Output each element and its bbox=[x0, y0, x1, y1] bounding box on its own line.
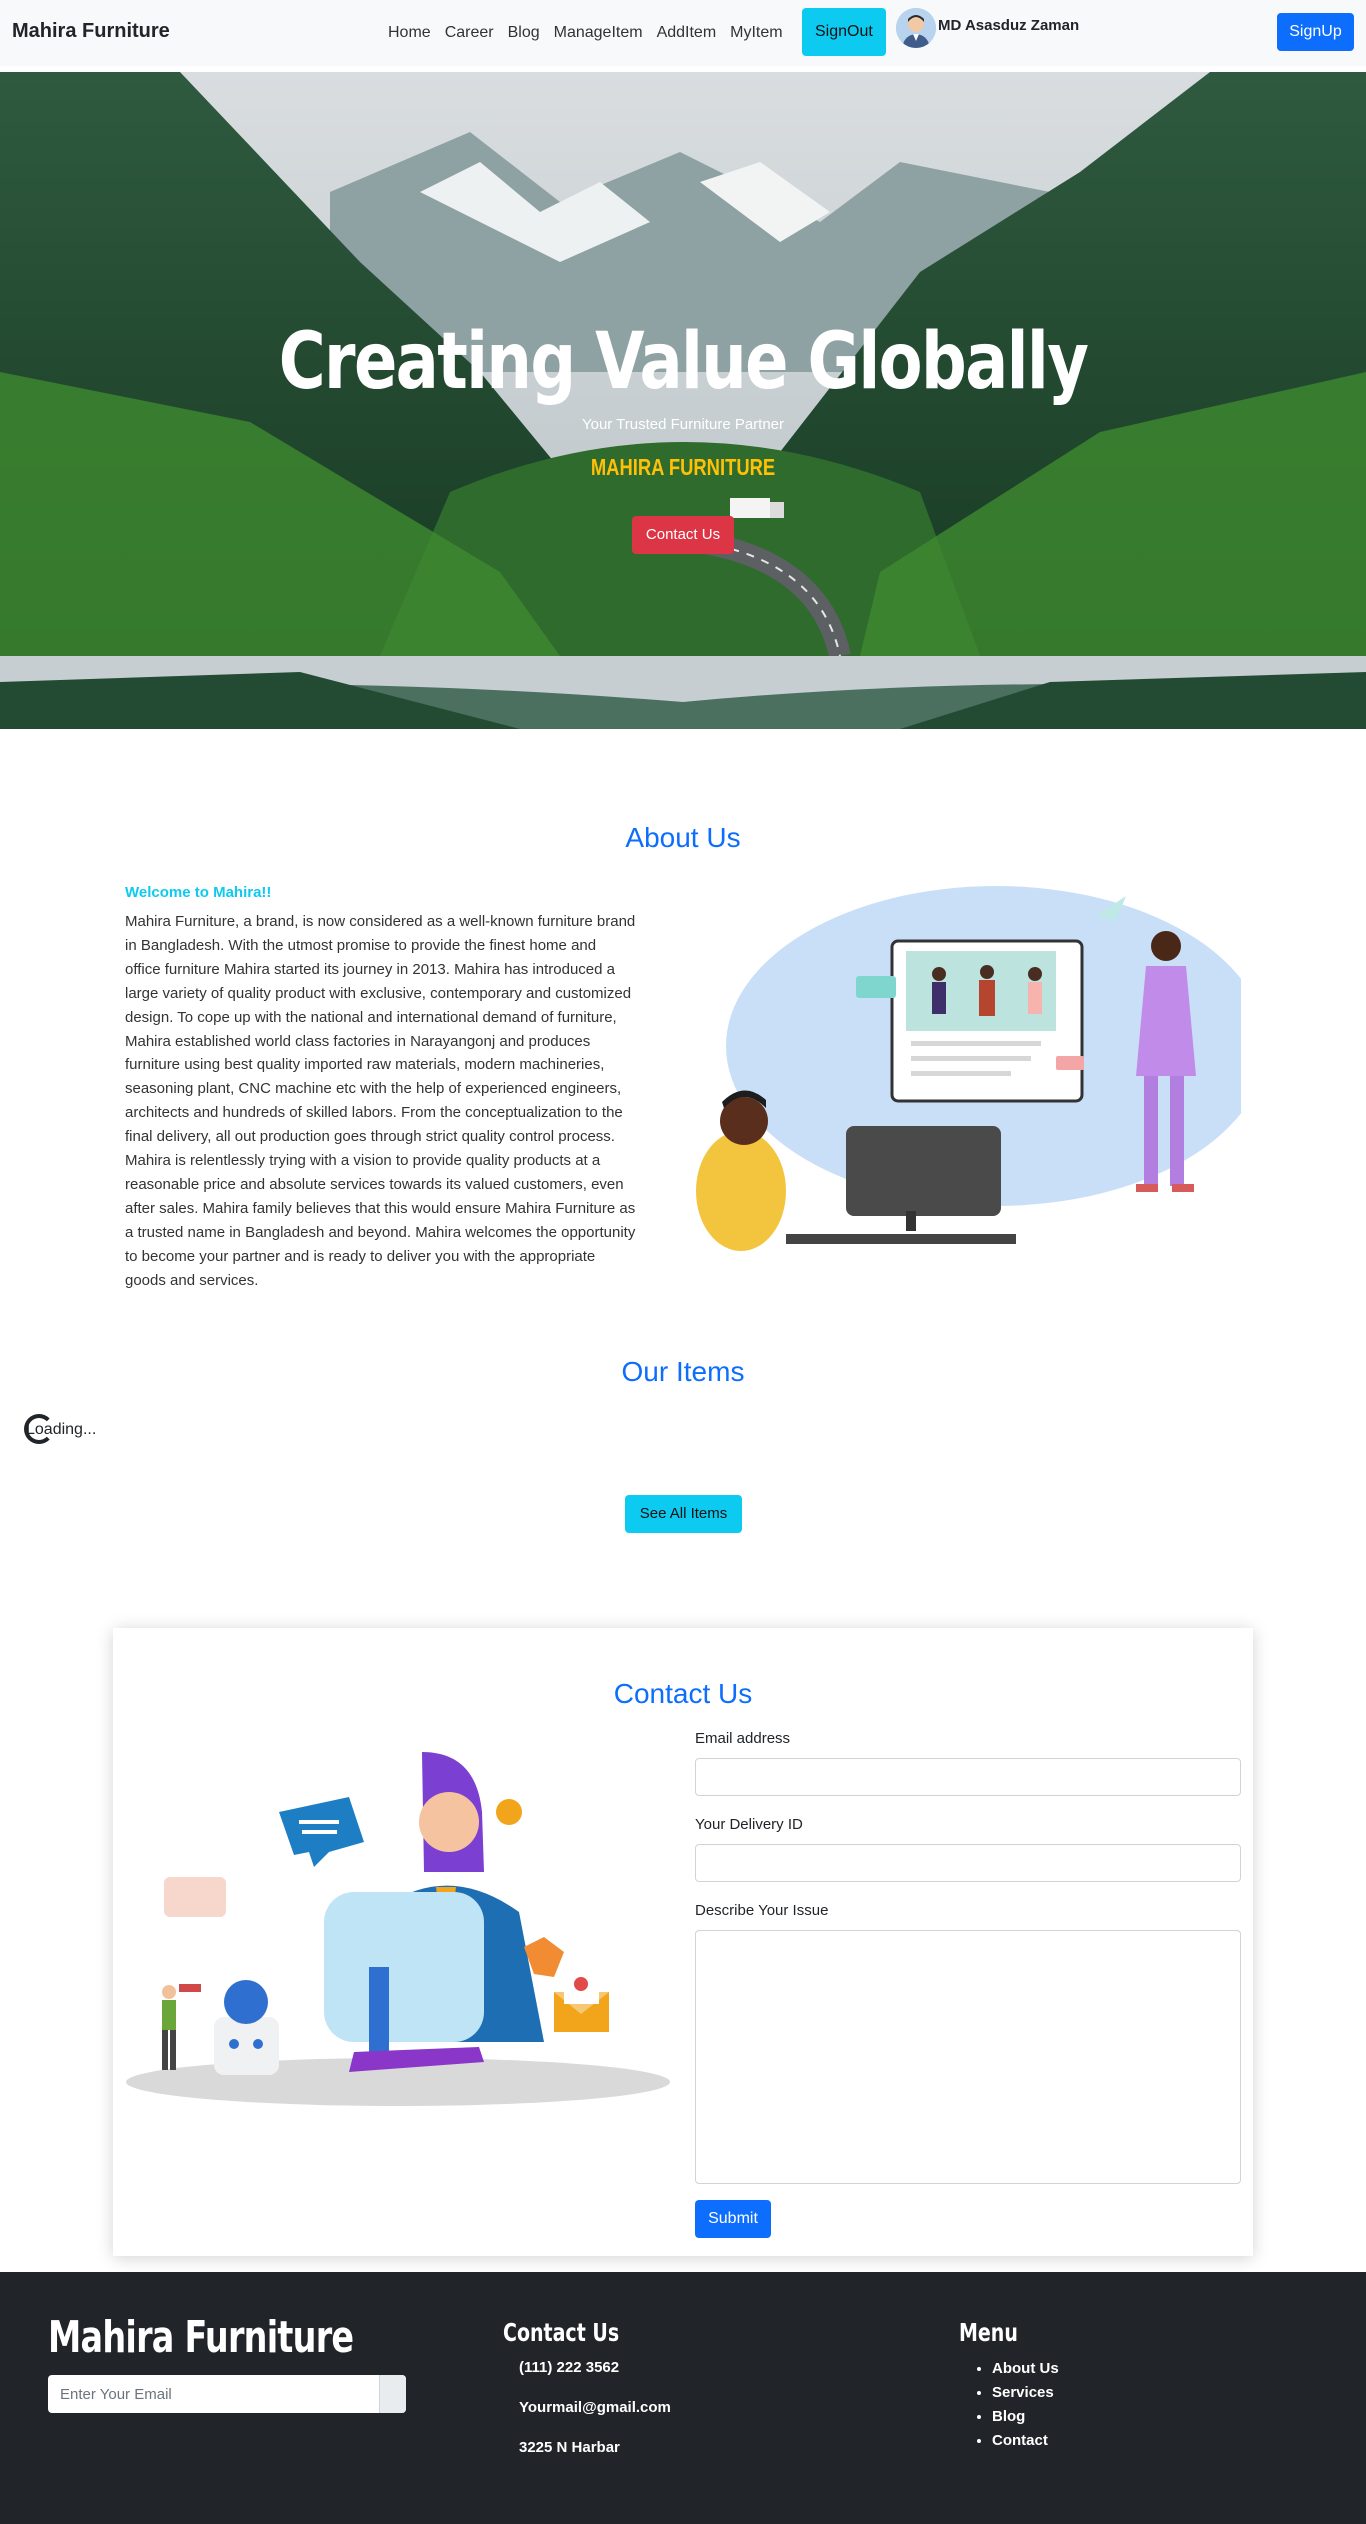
customer-support-illustration bbox=[126, 1752, 670, 2106]
email-label: Email address bbox=[695, 1730, 791, 1747]
footer-menu-blog[interactable]: Blog bbox=[992, 2405, 1059, 2429]
about-text: Mahira Furniture, a brand, is now consid… bbox=[125, 910, 670, 1293]
footer-email-submit[interactable] bbox=[379, 2375, 406, 2413]
footer-phone: (111) 222 3562 bbox=[519, 2359, 620, 2376]
about-line: goods and services. bbox=[125, 1271, 259, 1289]
about-line: Mahira is relentlessly trying with a vis… bbox=[125, 1152, 601, 1170]
footer-email[interactable]: Yourmail@gmail.com bbox=[519, 2399, 671, 2416]
nav-link-blog[interactable]: Blog bbox=[508, 24, 540, 42]
user-avatar-icon bbox=[896, 8, 936, 48]
navbar: Mahira Furniture Home Career Blog Manage… bbox=[0, 0, 1366, 66]
delivery-id-label: Your Delivery ID bbox=[695, 1816, 803, 1833]
about-line: design. To cope up with the national and… bbox=[125, 1008, 617, 1026]
about-line: Mahira Furniture, a brand, is now consid… bbox=[125, 913, 636, 930]
email-field[interactable] bbox=[695, 1758, 1241, 1796]
footer-menu-title: Menu bbox=[959, 2318, 1018, 2347]
issue-textarea[interactable] bbox=[695, 1930, 1241, 2184]
about-line: seasoning plant, CNC machine etc with th… bbox=[125, 1080, 622, 1098]
about-line: large variety of quality product with ex… bbox=[125, 984, 632, 1002]
footer: Mahira Furniture Enter Your Email Contac… bbox=[0, 2272, 1366, 2524]
footer-menu-services[interactable]: Services bbox=[992, 2381, 1059, 2405]
avatar[interactable] bbox=[896, 8, 936, 48]
about-illustration bbox=[696, 876, 1266, 1256]
footer-email-placeholder: Enter Your Email bbox=[60, 2386, 172, 2403]
about-line: Mahira established world class factories… bbox=[125, 1032, 591, 1050]
nav-link-my-item[interactable]: MyItem bbox=[730, 24, 782, 42]
hero-contact-button[interactable]: Contact Us bbox=[632, 516, 734, 554]
about-line: reasonable price and absolute services t… bbox=[125, 1175, 624, 1193]
nav-link-home[interactable]: Home bbox=[388, 24, 431, 42]
contact-illustration bbox=[124, 1752, 672, 2112]
issue-label: Describe Your Issue bbox=[695, 1902, 829, 1919]
about-line: furniture using best quality imported ra… bbox=[125, 1056, 605, 1074]
hero-title: Creating Value Globally bbox=[278, 317, 1089, 407]
footer-address: 3225 N Harbar bbox=[519, 2439, 620, 2456]
footer-email-input[interactable]: Enter Your Email bbox=[48, 2375, 406, 2413]
signup-button[interactable]: SignUp bbox=[1277, 13, 1354, 51]
footer-menu-contact[interactable]: Contact bbox=[992, 2429, 1059, 2453]
about-welcome: Welcome to Mahira!! bbox=[125, 884, 272, 901]
hero-brand: MAHIRA FURNITURE bbox=[590, 454, 776, 480]
footer-contact-title: Contact Us bbox=[503, 2318, 620, 2347]
signout-button[interactable]: SignOut bbox=[802, 8, 886, 56]
loading-text: Loading... bbox=[26, 1421, 97, 1438]
footer-brand: Mahira Furniture bbox=[48, 2312, 354, 2363]
submit-button[interactable]: Submit bbox=[695, 2200, 771, 2238]
about-line: final delivery, all out production goes … bbox=[125, 1128, 615, 1146]
about-line: in Bangladesh. With the utmost promise t… bbox=[125, 936, 597, 954]
nav-link-career[interactable]: Career bbox=[445, 24, 494, 42]
see-all-items-button[interactable]: See All Items bbox=[625, 1495, 742, 1533]
brand-logo[interactable]: Mahira Furniture bbox=[12, 20, 170, 43]
team-meeting-illustration bbox=[696, 886, 1266, 1251]
nav-links: Home Career Blog ManageItem AddItem MyIt… bbox=[388, 18, 797, 48]
nav-link-manage-item[interactable]: ManageItem bbox=[554, 24, 643, 42]
delivery-id-field[interactable] bbox=[695, 1844, 1241, 1882]
user-name: MD Asasduz Zaman bbox=[938, 17, 1080, 34]
footer-menu: About Us Services Blog Contact bbox=[992, 2357, 1059, 2453]
about-line: a trusted name in Bangladesh and beyond.… bbox=[125, 1223, 636, 1241]
about-line: to become your partner and is ready to d… bbox=[125, 1247, 596, 1265]
about-line: architects and hundreds of skilled labor… bbox=[125, 1104, 623, 1122]
nav-link-add-item[interactable]: AddItem bbox=[657, 24, 717, 42]
hero-subtitle: Your Trusted Furniture Partner bbox=[581, 416, 785, 433]
about-title: About Us bbox=[625, 822, 741, 853]
items-title: Our Items bbox=[621, 1356, 745, 1387]
contact-title: Contact Us bbox=[613, 1678, 753, 1709]
about-line: office furniture Mahira started its jour… bbox=[125, 960, 615, 978]
footer-menu-about[interactable]: About Us bbox=[992, 2357, 1059, 2381]
about-line: after sales. Mahira family believes that… bbox=[125, 1199, 636, 1217]
hero-banner: Creating Value Globally Your Trusted Fur… bbox=[0, 72, 1366, 729]
